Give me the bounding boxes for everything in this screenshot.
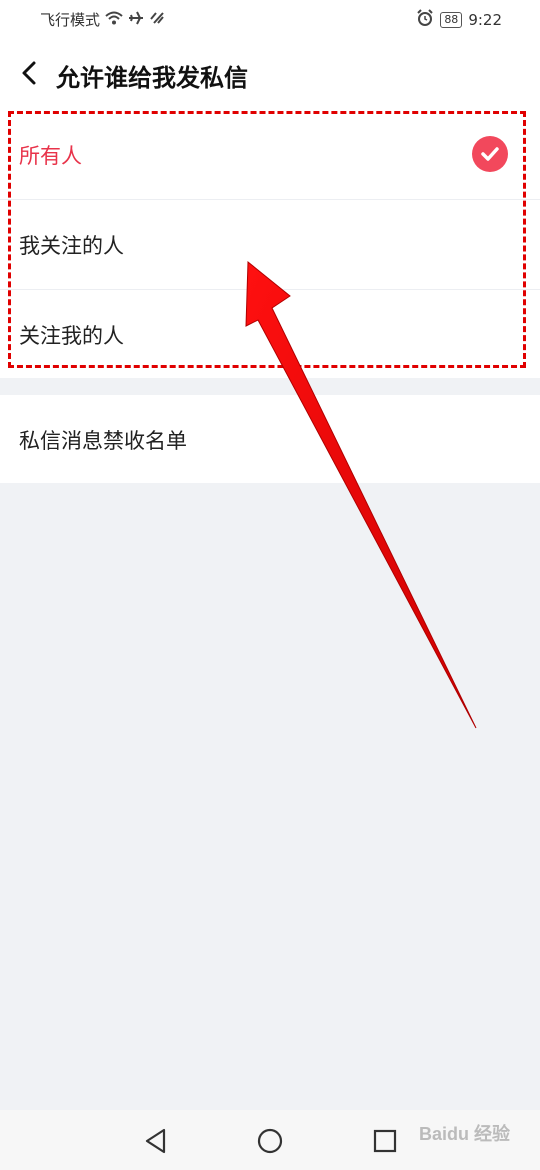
page-header: 允许谁给我发私信 bbox=[0, 38, 540, 110]
nav-home-button[interactable] bbox=[256, 1127, 284, 1155]
option-label: 关注我的人 bbox=[19, 324, 124, 348]
alarm-icon bbox=[416, 9, 434, 31]
wifi-icon bbox=[105, 11, 123, 29]
nav-recents-button[interactable] bbox=[371, 1127, 399, 1155]
chevron-left-icon bbox=[22, 61, 36, 85]
status-right: 88 9:22 bbox=[416, 9, 502, 31]
airplane-icon bbox=[128, 10, 144, 30]
block-list-label: 私信消息禁收名单 bbox=[19, 429, 187, 453]
option-my-followers[interactable]: 关注我的人 bbox=[0, 290, 540, 379]
status-left: 飞行模式 bbox=[40, 9, 165, 30]
option-label: 我关注的人 bbox=[19, 234, 124, 258]
block-list-item[interactable]: 私信消息禁收名单 bbox=[0, 395, 540, 483]
status-bar: 飞行模式 88 9:22 bbox=[0, 0, 540, 38]
page-title: 允许谁给我发私信 bbox=[56, 64, 248, 92]
option-people-i-follow[interactable]: 我关注的人 bbox=[0, 200, 540, 290]
option-label: 所有人 bbox=[19, 144, 82, 168]
block-list-section: 私信消息禁收名单 bbox=[0, 395, 540, 483]
clock-time: 9:22 bbox=[468, 11, 502, 29]
circle-home-icon bbox=[257, 1128, 283, 1154]
watermark: Baidu 经验 bbox=[418, 1124, 510, 1144]
triangle-back-icon bbox=[145, 1128, 166, 1154]
square-recents-icon bbox=[373, 1129, 397, 1153]
option-everyone[interactable]: 所有人 bbox=[0, 110, 540, 200]
back-button[interactable] bbox=[14, 56, 48, 90]
nav-back-button[interactable] bbox=[142, 1127, 170, 1155]
signal-off-icon bbox=[149, 10, 165, 30]
permission-options-list: 所有人 我关注的人 关注我的人 bbox=[0, 110, 540, 378]
battery-indicator: 88 bbox=[440, 12, 463, 28]
airplane-mode-text: 飞行模式 bbox=[40, 11, 101, 29]
checkmark-icon bbox=[472, 136, 508, 172]
